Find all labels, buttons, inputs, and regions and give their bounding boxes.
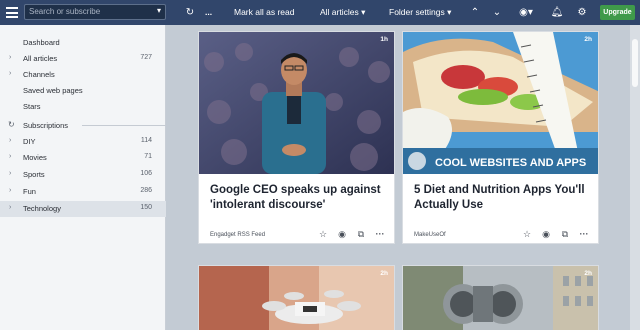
chevron-right-icon[interactable]: › bbox=[9, 153, 11, 160]
article-source[interactable]: MakeUseOf bbox=[414, 232, 446, 238]
article-card[interactable]: 2h bbox=[198, 265, 395, 330]
article-age: 2h bbox=[380, 270, 388, 277]
article-card[interactable]: 1h Google CEO speaks up against 'intoler… bbox=[198, 31, 395, 244]
search-placeholder: Search or subscribe bbox=[29, 7, 101, 16]
chevron-right-icon[interactable]: › bbox=[9, 54, 11, 61]
settings-gear-icon[interactable]: ⚙ bbox=[575, 0, 589, 25]
article-age: 2h bbox=[584, 36, 592, 43]
sidebar-item-label: All articles bbox=[23, 54, 58, 63]
sidebar-item-label: Sports bbox=[23, 170, 45, 179]
all-articles-label: All articles bbox=[320, 7, 359, 17]
refresh-icon[interactable]: ↻ bbox=[183, 0, 197, 25]
top-toolbar: Search or subscribe ▾ ↻ ... Mark all as … bbox=[0, 0, 640, 25]
sidebar-item-stars[interactable]: Stars bbox=[0, 99, 166, 115]
article-title[interactable]: Google CEO speaks up against 'intolerant… bbox=[210, 183, 386, 212]
notifications-icon[interactable]: 🔔︎ bbox=[550, 0, 564, 25]
all-articles-dropdown[interactable]: All articles ▾ bbox=[320, 0, 365, 25]
sidebar-item-count: 286 bbox=[140, 187, 152, 194]
sidebar: Dashboard › All articles 727 › Channels … bbox=[0, 25, 166, 330]
next-article-icon[interactable]: ⌄ bbox=[490, 0, 504, 25]
article-thumbnail: 1h bbox=[199, 32, 394, 174]
sidebar-item-dashboard[interactable]: Dashboard bbox=[0, 35, 166, 51]
search-input[interactable]: Search or subscribe ▾ bbox=[24, 4, 166, 20]
chevron-right-icon[interactable]: › bbox=[9, 187, 11, 194]
article-grid: 1h Google CEO speaks up against 'intoler… bbox=[167, 25, 640, 330]
article-source[interactable]: Engadget RSS Feed bbox=[210, 232, 265, 238]
sidebar-item-fun[interactable]: › Fun 286 bbox=[0, 184, 166, 200]
sidebar-item-count: 106 bbox=[140, 170, 152, 177]
more-button[interactable]: ... bbox=[205, 0, 212, 25]
star-icon[interactable]: ☆ bbox=[317, 228, 329, 240]
open-external-icon[interactable]: ⧉ bbox=[559, 228, 571, 240]
sidebar-item-label: Saved web pages bbox=[23, 86, 83, 95]
sidebar-item-movies[interactable]: › Movies 71 bbox=[0, 150, 166, 166]
chevron-right-icon[interactable]: › bbox=[9, 70, 11, 77]
sidebar-item-label: DIY bbox=[23, 137, 36, 146]
article-thumbnail: 2h bbox=[403, 266, 598, 330]
sidebar-item-count: 150 bbox=[140, 204, 152, 211]
view-mode-icon[interactable]: ◉▾ bbox=[516, 0, 536, 25]
scrollbar-thumb[interactable] bbox=[632, 39, 638, 87]
folder-settings-label: Folder settings bbox=[389, 7, 445, 17]
scrollbar[interactable] bbox=[630, 25, 640, 330]
open-external-icon[interactable]: ⧉ bbox=[355, 228, 367, 240]
sidebar-item-sports[interactable]: › Sports 106 bbox=[0, 167, 166, 183]
star-icon[interactable]: ☆ bbox=[521, 228, 533, 240]
article-thumbnail: COOL WEBSITES AND APPS 2h bbox=[403, 32, 598, 174]
folder-settings-dropdown[interactable]: Folder settings ▾ bbox=[389, 0, 451, 25]
sidebar-item-label: Stars bbox=[23, 102, 41, 111]
menu-icon[interactable] bbox=[6, 7, 18, 18]
upgrade-button[interactable]: Upgrade bbox=[600, 5, 635, 20]
chevron-right-icon[interactable]: › bbox=[9, 137, 11, 144]
sidebar-item-count: 114 bbox=[140, 137, 152, 144]
chevron-right-icon[interactable]: › bbox=[9, 170, 11, 177]
sidebar-item-label: Movies bbox=[23, 153, 47, 162]
image-banner-text: COOL WEBSITES AND APPS bbox=[435, 157, 586, 169]
article-age: 2h bbox=[584, 270, 592, 277]
sidebar-item-diy[interactable]: › DIY 114 bbox=[0, 134, 166, 150]
mark-read-icon[interactable]: ◉ bbox=[336, 228, 348, 240]
chevron-down-icon: ▾ bbox=[447, 7, 452, 17]
sidebar-item-count: 71 bbox=[144, 153, 152, 160]
mark-read-icon[interactable]: ◉ bbox=[540, 228, 552, 240]
sidebar-item-label: Dashboard bbox=[23, 38, 60, 47]
more-actions-icon[interactable]: ··· bbox=[374, 228, 386, 240]
sidebar-item-label: Channels bbox=[23, 70, 55, 79]
previous-article-icon[interactable]: ⌃ bbox=[468, 0, 482, 25]
chevron-down-icon: ▾ bbox=[361, 7, 366, 17]
chevron-down-icon[interactable]: ▾ bbox=[157, 6, 161, 15]
sidebar-item-technology[interactable]: › Technology 150 bbox=[0, 201, 166, 217]
sidebar-item-all-articles[interactable]: › All articles 727 bbox=[0, 51, 166, 67]
chevron-right-icon[interactable]: › bbox=[9, 204, 11, 211]
sidebar-item-saved-web-pages[interactable]: Saved web pages bbox=[0, 83, 166, 99]
article-card[interactable]: 2h bbox=[402, 265, 599, 330]
sidebar-item-count: 727 bbox=[140, 54, 152, 61]
divider bbox=[82, 125, 166, 126]
sidebar-item-label: Technology bbox=[23, 204, 61, 213]
mark-all-read-button[interactable]: Mark all as read bbox=[234, 0, 294, 25]
sidebar-item-label: Fun bbox=[23, 187, 36, 196]
more-actions-icon[interactable]: ··· bbox=[578, 228, 590, 240]
subscriptions-label: Subscriptions bbox=[23, 121, 69, 130]
article-title[interactable]: 5 Diet and Nutrition Apps You'll Actuall… bbox=[414, 183, 590, 212]
article-card[interactable]: COOL WEBSITES AND APPS 2h 5 Diet and Nut… bbox=[402, 31, 599, 244]
refresh-icon[interactable]: ↻ bbox=[8, 120, 15, 129]
article-age: 1h bbox=[380, 36, 388, 43]
subscriptions-header: ↻ Subscriptions bbox=[0, 118, 166, 134]
article-thumbnail: 2h bbox=[199, 266, 394, 330]
sidebar-item-channels[interactable]: › Channels bbox=[0, 67, 166, 83]
